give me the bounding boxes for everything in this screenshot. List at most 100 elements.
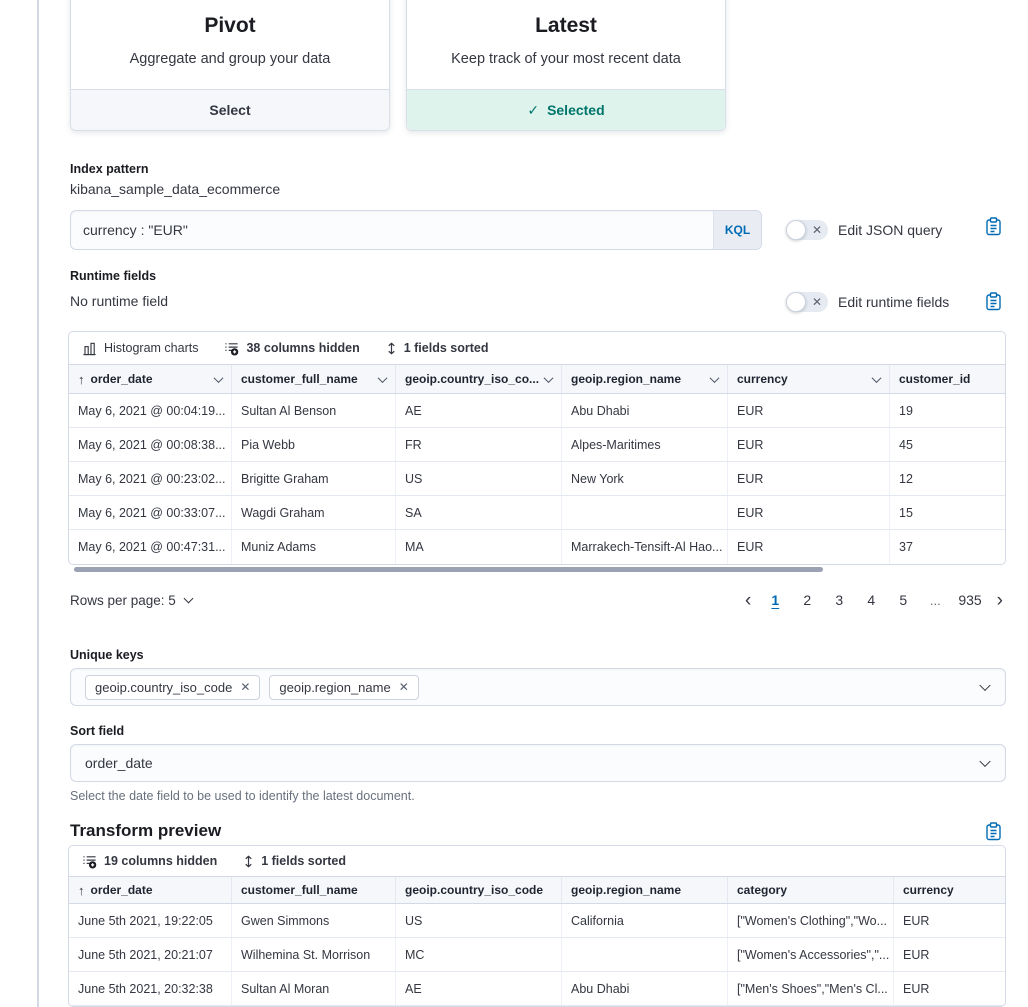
- latest-card[interactable]: Latest Keep track of your most recent da…: [406, 0, 726, 131]
- horizontal-scrollbar[interactable]: [74, 567, 823, 572]
- page-button-3[interactable]: 3: [828, 591, 850, 609]
- table-cell[interactable]: 12: [890, 462, 1005, 495]
- previous-page-button[interactable]: ‹: [742, 591, 754, 610]
- table-cell[interactable]: June 5th 2021, 20:32:38: [69, 972, 232, 1005]
- column-header-geoip.region_name[interactable]: geoip.region_name: [562, 877, 728, 903]
- table-cell[interactable]: May 6, 2021 @ 00:23:02...: [69, 462, 232, 495]
- column-header-geoip.country_iso_code[interactable]: geoip.country_iso_code: [396, 877, 562, 903]
- fields-sorted-button[interactable]: 1 fields sorted: [386, 341, 489, 356]
- fields-sorted-button[interactable]: 1 fields sorted: [243, 854, 346, 869]
- query-text[interactable]: currency : "EUR": [71, 211, 713, 249]
- table-cell[interactable]: EUR: [894, 938, 1005, 971]
- column-header-currency[interactable]: currency: [894, 877, 1005, 903]
- table-cell[interactable]: Sultan Al Benson: [232, 394, 396, 427]
- edit-runtime-fields-toggle[interactable]: ✕: [786, 292, 828, 312]
- sort-field-combobox[interactable]: order_date: [70, 744, 1006, 782]
- remove-chip-icon[interactable]: ✕: [399, 681, 409, 693]
- table-cell[interactable]: June 5th 2021, 19:22:05: [69, 904, 232, 937]
- table-cell[interactable]: Muniz Adams: [232, 530, 396, 564]
- table-cell[interactable]: EUR: [728, 496, 890, 529]
- chevron-down-icon[interactable]: [378, 373, 388, 383]
- column-header-order_date[interactable]: ↑order_date: [69, 365, 232, 393]
- column-header-order_date[interactable]: ↑order_date: [69, 877, 232, 903]
- table-cell[interactable]: SA: [396, 496, 562, 529]
- columns-hidden-button[interactable]: 38 columns hidden: [224, 341, 359, 356]
- table-cell[interactable]: EUR: [894, 972, 1005, 1005]
- table-cell[interactable]: ["Women's Clothing","Wo...: [728, 904, 894, 937]
- table-cell[interactable]: June 5th 2021, 20:21:07: [69, 938, 232, 971]
- column-header-category[interactable]: category: [728, 877, 894, 903]
- unique-keys-combobox[interactable]: geoip.country_iso_code✕ geoip.region_name…: [70, 668, 1006, 706]
- table-cell[interactable]: EUR: [728, 428, 890, 461]
- column-header-geoip.region_name[interactable]: geoip.region_name: [562, 365, 728, 393]
- edit-json-query-toggle[interactable]: ✕: [786, 220, 828, 240]
- page-button-1[interactable]: 1: [764, 591, 786, 609]
- chevron-down-icon[interactable]: [979, 756, 990, 767]
- chevron-down-icon[interactable]: [544, 373, 554, 383]
- table-cell[interactable]: ["Men's Shoes","Men's Cl...: [728, 972, 894, 1005]
- unique-key-chip-geoip.region_name[interactable]: geoip.region_name✕: [269, 675, 418, 700]
- column-header-customer_full_name[interactable]: customer_full_name: [232, 877, 396, 903]
- chevron-down-icon[interactable]: [979, 680, 990, 691]
- remove-chip-icon[interactable]: ✕: [240, 681, 250, 693]
- pivot-card[interactable]: Pivot Aggregate and group your data Sele…: [70, 0, 390, 131]
- column-header-currency[interactable]: currency: [728, 365, 890, 393]
- column-header-geoip.country_iso_co...[interactable]: geoip.country_iso_co...: [396, 365, 562, 393]
- column-header-customer_id[interactable]: customer_id: [890, 365, 1005, 393]
- chevron-down-icon[interactable]: [710, 373, 720, 383]
- table-cell[interactable]: May 6, 2021 @ 00:33:07...: [69, 496, 232, 529]
- table-cell[interactable]: Sultan Al Moran: [232, 972, 396, 1005]
- rows-per-page-button[interactable]: Rows per page: 5: [70, 593, 192, 608]
- table-cell[interactable]: US: [396, 462, 562, 495]
- columns-hidden-button[interactable]: 19 columns hidden: [82, 854, 217, 869]
- table-cell[interactable]: FR: [396, 428, 562, 461]
- table-cell[interactable]: California: [562, 904, 728, 937]
- unique-key-chip-geoip.country_iso_code[interactable]: geoip.country_iso_code✕: [85, 675, 260, 700]
- table-cell[interactable]: EUR: [728, 462, 890, 495]
- table-cell[interactable]: EUR: [728, 530, 890, 564]
- table-cell[interactable]: Wilhemina St. Morrison: [232, 938, 396, 971]
- copy-runtime-clipboard-icon[interactable]: [985, 292, 1002, 311]
- pivot-select-button[interactable]: Select: [71, 89, 389, 130]
- page-button-2[interactable]: 2: [796, 591, 818, 609]
- table-cell[interactable]: EUR: [728, 394, 890, 427]
- page-button-4[interactable]: 4: [860, 591, 882, 609]
- next-page-button[interactable]: ›: [994, 591, 1006, 610]
- table-cell[interactable]: 19: [890, 394, 1005, 427]
- table-cell[interactable]: MA: [396, 530, 562, 564]
- table-cell[interactable]: [562, 496, 728, 529]
- table-cell[interactable]: Pia Webb: [232, 428, 396, 461]
- table-cell[interactable]: Alpes-Maritimes: [562, 428, 728, 461]
- table-cell[interactable]: ["Women's Accessories","...: [728, 938, 894, 971]
- table-cell[interactable]: 45: [890, 428, 1005, 461]
- table-cell[interactable]: May 6, 2021 @ 00:04:19...: [69, 394, 232, 427]
- table-cell[interactable]: Brigitte Graham: [232, 462, 396, 495]
- table-cell[interactable]: US: [396, 904, 562, 937]
- table-cell[interactable]: New York: [562, 462, 728, 495]
- copy-query-clipboard-icon[interactable]: [985, 217, 1002, 236]
- table-cell[interactable]: [562, 938, 728, 971]
- table-cell[interactable]: MC: [396, 938, 562, 971]
- copy-preview-clipboard-icon[interactable]: [985, 822, 1002, 841]
- table-cell[interactable]: Marrakech-Tensift-Al Hao...: [562, 530, 728, 564]
- kql-query-input[interactable]: currency : "EUR" KQL: [70, 210, 762, 250]
- chevron-down-icon[interactable]: [214, 373, 224, 383]
- column-header-customer_full_name[interactable]: customer_full_name: [232, 365, 396, 393]
- kql-language-button[interactable]: KQL: [713, 211, 761, 249]
- histogram-charts-button[interactable]: Histogram charts: [82, 341, 198, 356]
- table-cell[interactable]: May 6, 2021 @ 00:08:38...: [69, 428, 232, 461]
- latest-selected-button[interactable]: ✓ Selected: [407, 89, 725, 130]
- table-cell[interactable]: EUR: [894, 904, 1005, 937]
- table-cell[interactable]: Gwen Simmons: [232, 904, 396, 937]
- table-cell[interactable]: 15: [890, 496, 1005, 529]
- chevron-down-icon[interactable]: [872, 373, 882, 383]
- page-button-935[interactable]: 935: [956, 591, 983, 609]
- table-cell[interactable]: May 6, 2021 @ 00:47:31...: [69, 530, 232, 564]
- page-button-5[interactable]: 5: [892, 591, 914, 609]
- table-cell[interactable]: Wagdi Graham: [232, 496, 396, 529]
- table-cell[interactable]: AE: [396, 394, 562, 427]
- table-cell[interactable]: 37: [890, 530, 1005, 564]
- table-cell[interactable]: Abu Dhabi: [562, 394, 728, 427]
- table-cell[interactable]: AE: [396, 972, 562, 1005]
- table-cell[interactable]: Abu Dhabi: [562, 972, 728, 1005]
